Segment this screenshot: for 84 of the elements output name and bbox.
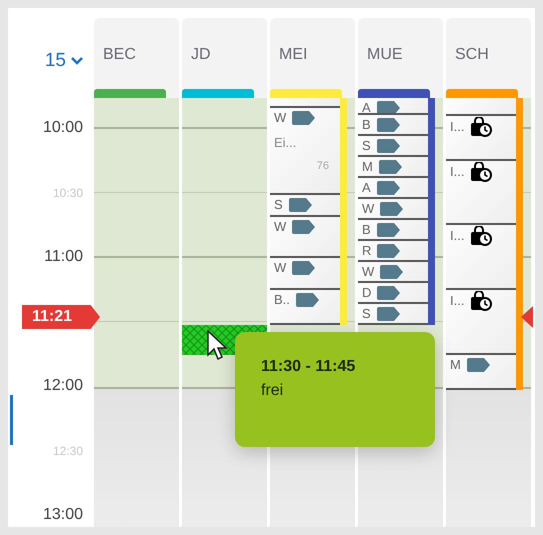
tag-icon: [380, 265, 404, 279]
appointment-label: W: [362, 200, 374, 218]
appointment-label: W: [274, 109, 286, 127]
appointment-label: D: [362, 284, 372, 302]
appointment-label: M: [450, 356, 461, 374]
tag-icon: [376, 181, 401, 195]
column-label: MEI: [278, 45, 308, 64]
appointment[interactable]: I...: [446, 116, 516, 161]
appointment[interactable]: W: [270, 217, 340, 258]
appointment-number: 76: [316, 160, 330, 172]
scroll-indicator: [10, 395, 13, 445]
appointment[interactable]: R: [358, 241, 428, 262]
appointment-label: S: [274, 196, 283, 214]
appointment[interactable]: B: [358, 220, 428, 241]
tag-icon: [376, 139, 401, 153]
appointment-label: R: [362, 242, 372, 260]
appointment-label: W: [274, 218, 286, 236]
appointment[interactable]: B: [358, 115, 428, 136]
tag-icon: [376, 118, 401, 132]
tag-icon: [466, 358, 491, 372]
appointment-label: B: [362, 116, 371, 134]
tag-icon: [380, 202, 404, 216]
bag-clock-icon: [470, 162, 492, 182]
appointment[interactable]: S: [358, 136, 428, 157]
appointment-label: S: [362, 137, 371, 155]
tooltip-status: frei: [261, 382, 284, 400]
appointment[interactable]: [446, 98, 516, 116]
appointment[interactable]: I...: [446, 161, 516, 225]
appointment-label: A: [362, 99, 371, 113]
appointment[interactable]: W Ei... 76: [270, 108, 340, 195]
column-label: JD: [190, 45, 212, 64]
appointment[interactable]: M: [358, 157, 428, 178]
column-label: MUE: [366, 45, 404, 64]
appointment-label: I...: [450, 227, 464, 245]
time-label: 13:00: [42, 506, 83, 524]
tag-icon: [292, 111, 316, 125]
bag-clock-icon: [470, 117, 492, 137]
chevron-down-icon: [71, 57, 83, 65]
tag-icon: [288, 198, 313, 212]
tag-icon: [376, 307, 401, 321]
appointment-label: M: [362, 158, 373, 176]
tag-icon: [377, 244, 402, 258]
tag-icon: [292, 261, 316, 275]
tag-icon: [292, 220, 316, 234]
current-time-badge: 11:21: [22, 305, 100, 329]
appointment[interactable]: S: [270, 195, 340, 217]
bag-clock-icon: [470, 291, 492, 311]
time-label: 10:00: [42, 119, 83, 137]
appointment[interactable]: W: [358, 199, 428, 220]
tag-icon: [378, 160, 403, 174]
appointment[interactable]: A: [358, 178, 428, 199]
appointment[interactable]: W: [270, 258, 340, 290]
appointment-label: B: [362, 221, 371, 239]
interval-dropdown[interactable]: 15: [40, 50, 87, 72]
tooltip-time: 11:30 - 11:45: [261, 358, 356, 376]
appointment-label: A: [362, 179, 371, 197]
appointment[interactable]: D: [358, 283, 428, 304]
appointment-label: I...: [450, 292, 464, 310]
appointment[interactable]: I...: [446, 225, 516, 290]
tag-icon: [376, 101, 401, 113]
tag-icon: [296, 293, 320, 307]
appointment[interactable]: B..: [270, 290, 340, 325]
appointment-label: S: [362, 305, 371, 323]
appointment-label: W: [274, 259, 286, 277]
appointment-label: I...: [450, 163, 464, 181]
appointment[interactable]: M: [446, 355, 516, 390]
appointment-label: I...: [450, 118, 464, 136]
bag-clock-icon: [470, 226, 492, 246]
current-time-icon: [521, 306, 533, 328]
time-label: 12:00: [42, 377, 83, 395]
appointment[interactable]: I...: [446, 290, 516, 355]
tag-icon: [377, 286, 402, 300]
column-label: SCH: [454, 45, 490, 64]
appointment[interactable]: W: [358, 262, 428, 283]
appointment-note: Ei...: [274, 135, 298, 150]
cursor-icon: [207, 330, 229, 362]
appointment-label: B..: [274, 291, 290, 309]
column-label: BEC: [102, 45, 137, 64]
appointment[interactable]: [270, 98, 340, 108]
tag-icon: [376, 223, 401, 237]
appointment[interactable]: S: [358, 304, 428, 325]
time-label: 11:00: [44, 248, 83, 266]
appointment[interactable]: A: [358, 98, 428, 115]
appointment-label: W: [362, 263, 374, 281]
